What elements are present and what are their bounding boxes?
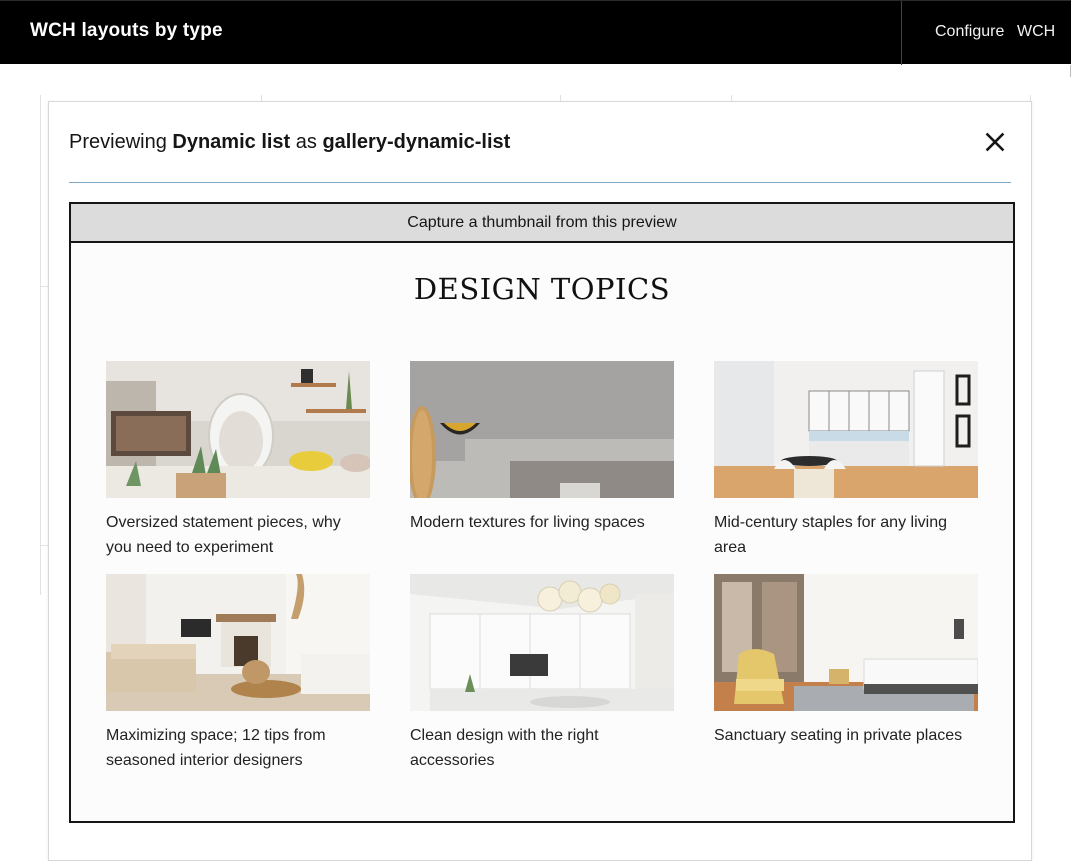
gallery-card[interactable]: Modern textures for living spaces <box>410 361 674 535</box>
preview-modal: Previewing Dynamic list as gallery-dynam… <box>48 101 1032 861</box>
close-icon <box>985 132 1005 152</box>
bedroom-yellow-armchair-image <box>714 574 978 711</box>
content-name: Dynamic list <box>172 131 291 153</box>
background-divider <box>40 95 41 595</box>
layout-name: gallery-dynamic-list <box>322 131 511 153</box>
gallery-card[interactable]: Mid-century staples for any living area <box>714 361 978 560</box>
gallery-card[interactable]: Sanctuary seating in private places <box>714 574 978 748</box>
gallery-heading: DESIGN TOPICS <box>413 272 671 306</box>
white-media-wall-image <box>410 574 674 711</box>
app-title: WCH layouts by type <box>30 20 223 41</box>
wch-link[interactable]: WCH <box>1017 23 1055 41</box>
gallery-card[interactable]: Maximizing space; 12 tips from seasoned … <box>106 574 370 773</box>
background-divider <box>40 286 48 287</box>
modal-title: Previewing Dynamic list as gallery-dynam… <box>69 131 510 154</box>
modal-title-prefix: Previewing <box>69 131 167 153</box>
capture-thumbnail-button[interactable]: Capture a thumbnail from this preview <box>71 204 1013 243</box>
preview-frame: Capture a thumbnail from this preview DE… <box>69 202 1015 823</box>
card-caption: Clean design with the right accessories <box>410 727 599 769</box>
gallery-card[interactable]: Clean design with the right accessories <box>410 574 674 773</box>
gallery-card[interactable]: Oversized statement pieces, why you need… <box>106 361 370 560</box>
white-kitchen-dining-image <box>714 361 978 498</box>
modal-title-middle: as <box>295 131 317 153</box>
beige-living-room-fireplace-image <box>106 574 370 711</box>
card-caption: Mid-century staples for any living area <box>714 514 947 556</box>
card-caption: Modern textures for living spaces <box>410 514 645 531</box>
close-button[interactable] <box>983 130 1007 154</box>
card-caption: Maximizing space; 12 tips from seasoned … <box>106 727 326 769</box>
concrete-fireplace-vase-image <box>410 361 674 498</box>
card-caption: Oversized statement pieces, why you need… <box>106 514 341 556</box>
living-room-egg-chair-image <box>106 361 370 498</box>
background-divider <box>40 545 48 546</box>
configure-link[interactable]: Configure <box>935 23 1004 41</box>
top-bar: WCH layouts by type Configure WCH <box>0 0 1071 77</box>
modal-divider <box>69 182 1011 183</box>
card-caption: Sanctuary seating in private places <box>714 727 963 744</box>
